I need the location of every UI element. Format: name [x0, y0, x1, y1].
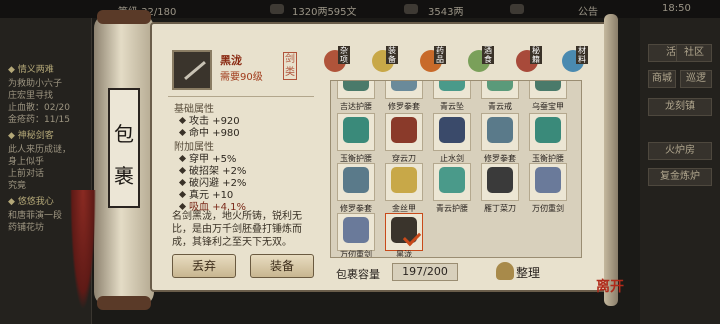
equip-button[interactable]: 装备 [250, 254, 314, 278]
inventory-title: 包 裹 [108, 88, 140, 208]
ingot-amount: 3543两 [428, 7, 464, 18]
menu-community[interactable]: 社区 [676, 44, 712, 62]
quest-title[interactable]: ◆ 悠悠我心 [8, 194, 54, 207]
item-level-requirement: 需要90级 [220, 72, 263, 83]
scroll-cap [97, 296, 151, 310]
item-type-badge: 剑类 [283, 52, 297, 80]
sort-button[interactable]: 整理 [496, 262, 540, 281]
quest-line: 究竟 [8, 181, 27, 191]
inventory-grid: 吉达护腰 修罗拳套 青云坠 青云戒 乌蚕宝甲 玉衡护腰 穿云刀 止水剑 修罗拳套… [330, 80, 582, 258]
menu-patrol[interactable]: 巡逻 [680, 70, 712, 88]
inventory-slot[interactable] [433, 113, 471, 151]
close-seal[interactable]: 离开 [596, 276, 624, 296]
tab-food[interactable]: 酒食 [466, 46, 494, 74]
quest-title[interactable]: ◆ 神秘剑客 [8, 128, 54, 141]
inventory-slot[interactable] [529, 81, 567, 99]
slot-label: 黑泷 [396, 250, 412, 258]
slot-label: 吉达护腰 [340, 102, 372, 111]
item-description: 名剑黑泷，地火所铸，锐利无比，是由万千剑胚叠打锤炼而成，其锋利之至天下无双。 [172, 211, 302, 248]
coin-amount: 1320两595文 [292, 7, 357, 18]
quest-line: 金疮药：11/15 [8, 115, 70, 125]
notice-button[interactable]: 公告 [578, 3, 598, 18]
tab-equipment[interactable]: 装备 [370, 46, 398, 74]
menu-furnace[interactable]: 火炉房 [648, 142, 712, 160]
ingot-icon [404, 4, 418, 14]
slot-label: 雁丁菜刀 [484, 204, 516, 213]
inventory-slot[interactable] [529, 113, 567, 151]
slot-label: 修罗拳套 [388, 102, 420, 111]
inventory-slot[interactable] [385, 113, 423, 151]
slot-label: 青云戒 [488, 102, 512, 111]
slot-label: 万仞重剑 [532, 204, 564, 213]
capacity-value: 197/200 [392, 263, 458, 281]
quest-title[interactable]: ◆ 情义两难 [8, 62, 54, 75]
inventory-slot[interactable] [481, 81, 519, 99]
slot-label: 青云护腰 [436, 204, 468, 213]
inventory-slot[interactable] [433, 81, 471, 99]
tab-misc[interactable]: 杂项 [322, 46, 350, 74]
gift-icon[interactable] [510, 4, 524, 14]
side-menu: 活动 社区 商城 巡逻 龙刻镇 火炉房 复金炼炉 [640, 18, 720, 324]
inventory-slot[interactable] [481, 163, 519, 201]
stat-accuracy: 命中 +980 [178, 124, 240, 139]
inventory-slot-selected[interactable] [385, 213, 423, 251]
tab-manuals[interactable]: 秘籍 [514, 46, 542, 74]
scroll-cap [97, 10, 151, 24]
inventory-slot[interactable] [337, 213, 375, 251]
coin-icon [270, 4, 284, 14]
inventory-slot[interactable] [337, 81, 375, 99]
slot-label: 青云坠 [440, 102, 464, 111]
inventory-slot[interactable] [385, 81, 423, 99]
scroll-edge [604, 14, 618, 306]
menu-location[interactable]: 龙刻镇 [648, 98, 712, 116]
item-name: 黑泷 [220, 54, 242, 67]
tassel-decoration [70, 190, 96, 310]
discard-button[interactable]: 丢弃 [172, 254, 236, 278]
inventory-slot[interactable] [433, 163, 471, 201]
tab-medicine[interactable]: 药品 [418, 46, 446, 74]
bag-icon [496, 262, 514, 280]
inventory-slot[interactable] [529, 163, 567, 201]
menu-refine[interactable]: 复金炼炉 [648, 168, 712, 186]
inventory-slot[interactable] [337, 163, 375, 201]
slot-label: 乌蚕宝甲 [532, 102, 564, 111]
clock: 18:50 [662, 3, 691, 14]
inventory-slot[interactable] [337, 113, 375, 151]
tab-materials[interactable]: 材料 [560, 46, 588, 74]
divider [168, 96, 314, 97]
capacity-label: 包裹容量 [336, 268, 380, 281]
inventory-slot[interactable] [481, 113, 519, 151]
selected-item-icon [172, 50, 212, 90]
menu-shop[interactable]: 商城 [648, 70, 676, 88]
slot-label: 万仞重剑 [340, 250, 372, 258]
quest-line: 药铺花坊 [8, 223, 45, 233]
inventory-slot[interactable] [385, 163, 423, 201]
